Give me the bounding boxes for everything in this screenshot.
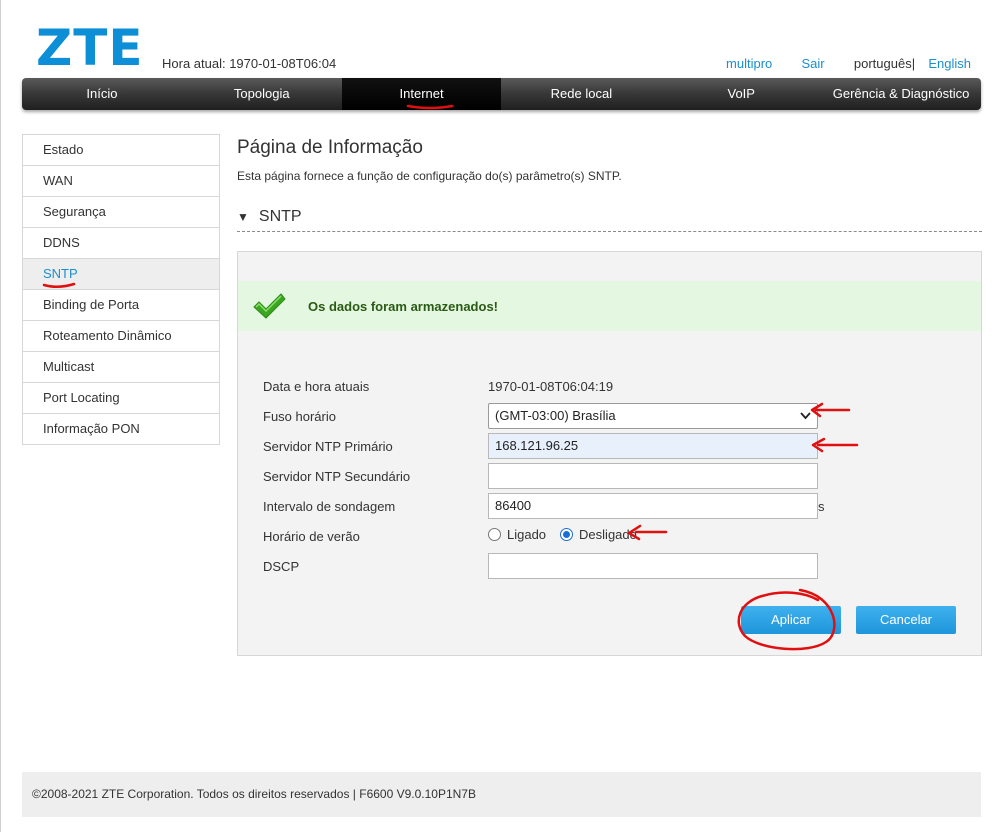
sidebar-item-informacao-pon[interactable]: Informação PON <box>23 414 219 445</box>
main-content: Página de Informação Esta página fornece… <box>237 134 982 232</box>
sidebar-item-sntp[interactable]: SNTP <box>23 259 219 290</box>
dst-off-radio[interactable] <box>560 528 574 541</box>
nav-item-rede-local[interactable]: Rede local <box>501 78 661 110</box>
main-nav: Início Topologia Internet Rede local VoI… <box>22 78 981 110</box>
interval-input[interactable]: 86400 <box>488 493 818 519</box>
dscp-label: DSCP <box>263 559 300 574</box>
checkmark-icon <box>253 293 286 319</box>
nav-item-internet[interactable]: Internet <box>341 78 502 110</box>
timezone-value: (GMT-03:00) Brasília <box>495 408 616 423</box>
success-banner: Os dados foram armazenados! <box>238 281 981 331</box>
nav-item-gerencia[interactable]: Gerência & Diagnóstico <box>821 78 981 110</box>
chevron-down-icon <box>800 412 811 420</box>
sidebar-item-seguranca[interactable]: Segurança <box>23 197 219 228</box>
sidebar-item-roteamento-dinamico[interactable]: Roteamento Dinâmico <box>23 321 219 352</box>
top-links: multipro Sair português| English <box>726 56 971 71</box>
ntp-secondary-label: Servidor NTP Secundário <box>263 469 411 484</box>
section-header-sntp[interactable]: ▼ SNTP <box>237 203 982 232</box>
dst-off-label[interactable]: Desligado <box>579 527 637 542</box>
datetime-value: 1970-01-08T06:04:19 <box>488 379 614 394</box>
row-dscp: DSCP <box>263 553 963 579</box>
dst-on-label[interactable]: Ligado <box>507 527 546 542</box>
row-interval: Intervalo de sondagem 86400 s <box>263 493 963 519</box>
sidebar-item-port-locating[interactable]: Port Locating <box>23 383 219 414</box>
row-ntp-secondary: Servidor NTP Secundário <box>263 463 963 489</box>
sidebar-item-estado[interactable]: Estado <box>23 135 219 166</box>
ntp-primary-label: Servidor NTP Primário <box>263 439 393 454</box>
sidebar-item-ddns[interactable]: DDNS <box>23 228 219 259</box>
interval-label: Intervalo de sondagem <box>263 499 396 514</box>
user-link[interactable]: multipro <box>726 56 772 71</box>
sidebar-item-multicast[interactable]: Multicast <box>23 352 219 383</box>
window-edge <box>0 0 1 832</box>
lang-portuguese[interactable]: português <box>854 56 912 71</box>
timezone-label: Fuso horário <box>263 409 336 424</box>
sidebar-item-binding-de-porta[interactable]: Binding de Porta <box>23 290 219 321</box>
sidebar: Estado WAN Segurança DDNS SNTP Binding d… <box>22 134 220 445</box>
interval-unit: s <box>818 499 825 514</box>
apply-button[interactable]: Aplicar <box>741 606 841 634</box>
sidebar-item-wan[interactable]: WAN <box>23 166 219 197</box>
dscp-input[interactable] <box>488 553 818 579</box>
timezone-select[interactable]: (GMT-03:00) Brasília <box>488 403 818 429</box>
logout-link[interactable]: Sair <box>802 56 825 71</box>
cancel-button[interactable]: Cancelar <box>856 606 956 634</box>
nav-item-voip[interactable]: VoIP <box>661 78 821 110</box>
page-description: Esta página fornece a função de configur… <box>237 169 622 183</box>
sntp-panel: Os dados foram armazenados! Data e hora … <box>237 251 982 656</box>
row-timezone: Fuso horário (GMT-03:00) Brasília <box>263 403 963 429</box>
row-dst: Horário de verão Ligado Desligado <box>263 523 963 549</box>
current-time: Hora atual: 1970-01-08T06:04 <box>162 56 337 71</box>
lang-english[interactable]: English <box>928 56 971 71</box>
page-title: Página de Informação <box>237 137 423 158</box>
dst-radio-group: Ligado Desligado <box>488 527 651 542</box>
datetime-label: Data e hora atuais <box>263 379 370 394</box>
dst-label: Horário de verão <box>263 529 360 544</box>
row-datetime: Data e hora atuais 1970-01-08T06:04:19 <box>263 373 963 399</box>
lang-separator: | <box>911 56 916 71</box>
section-title: SNTP <box>258 208 302 225</box>
nav-item-topologia[interactable]: Topologia <box>182 78 342 110</box>
nav-item-inicio[interactable]: Início <box>22 78 182 110</box>
collapse-triangle-icon[interactable]: ▼ <box>237 210 249 224</box>
zte-logo: ZTE <box>36 19 144 77</box>
ntp-primary-input[interactable]: 168.121.96.25 <box>488 433 818 459</box>
row-ntp-primary: Servidor NTP Primário 168.121.96.25 <box>263 433 963 459</box>
ntp-secondary-input[interactable] <box>488 463 818 489</box>
success-message: Os dados foram armazenados! <box>308 298 498 314</box>
footer: ©2008-2021 ZTE Corporation. Todos os dir… <box>22 772 981 817</box>
dst-on-radio[interactable] <box>488 528 501 541</box>
